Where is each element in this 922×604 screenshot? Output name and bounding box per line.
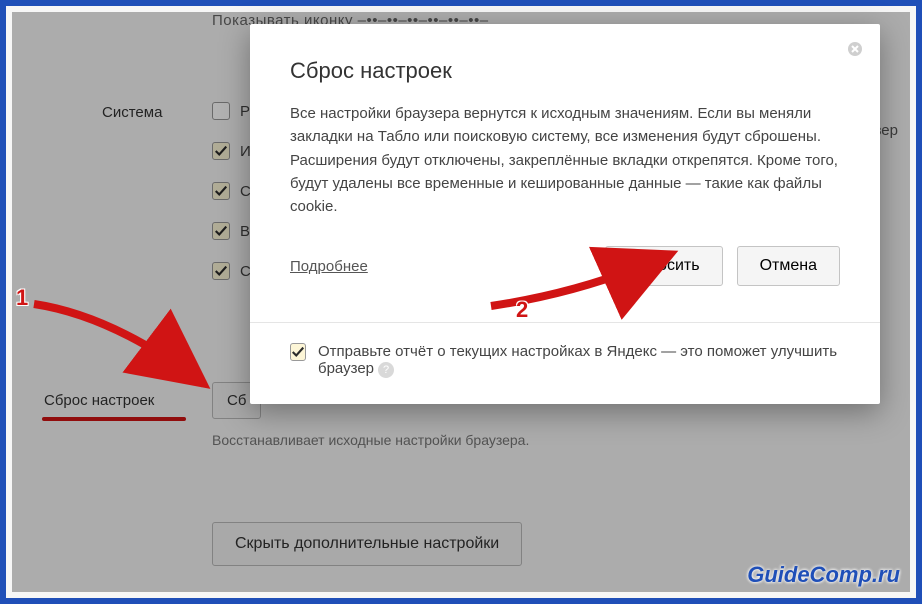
checkbox-icon[interactable] xyxy=(212,182,230,200)
callout-2: 2 xyxy=(516,297,528,323)
checkbox-row[interactable]: Р xyxy=(212,102,251,120)
checkbox-icon[interactable] xyxy=(212,262,230,280)
checkbox-icon[interactable] xyxy=(212,142,230,160)
dialog-title: Сброс настроек xyxy=(290,58,840,84)
reset-settings-label: Сброс настроек xyxy=(44,392,154,409)
report-label: Отправьте отчёт о текущих настройках в Я… xyxy=(318,343,840,378)
checkbox-icon[interactable] xyxy=(212,102,230,120)
checkbox-icon[interactable] xyxy=(212,222,230,240)
system-checkbox-list: Р И С В С xyxy=(212,102,251,280)
checkbox-label: В xyxy=(240,223,250,240)
report-checkbox-icon[interactable] xyxy=(290,343,306,361)
reset-description: Восстанавливает исходные настройки брауз… xyxy=(212,432,529,448)
cancel-button[interactable]: Отмена xyxy=(737,246,840,286)
watermark: GuideComp.ru xyxy=(747,562,900,588)
checkbox-row[interactable]: С xyxy=(212,262,251,280)
close-icon[interactable] xyxy=(844,38,866,60)
checkbox-row[interactable]: И xyxy=(212,142,251,160)
reset-dialog: Сброс настроек Все настройки браузера ве… xyxy=(250,24,880,404)
help-icon[interactable]: ? xyxy=(378,362,394,378)
hide-advanced-button[interactable]: Скрыть дополнительные настройки xyxy=(212,522,522,566)
checkbox-row[interactable]: С xyxy=(212,182,251,200)
annotation-underline xyxy=(42,417,186,421)
checkbox-row[interactable]: В xyxy=(212,222,251,240)
checkbox-label: Р xyxy=(240,103,250,120)
dialog-body: Все настройки браузера вернутся к исходн… xyxy=(290,102,840,218)
section-system-label: Система xyxy=(102,104,162,121)
confirm-reset-button[interactable]: Сбросить xyxy=(605,246,722,286)
callout-1: 1 xyxy=(16,285,28,311)
more-link[interactable]: Подробнее xyxy=(290,258,368,275)
